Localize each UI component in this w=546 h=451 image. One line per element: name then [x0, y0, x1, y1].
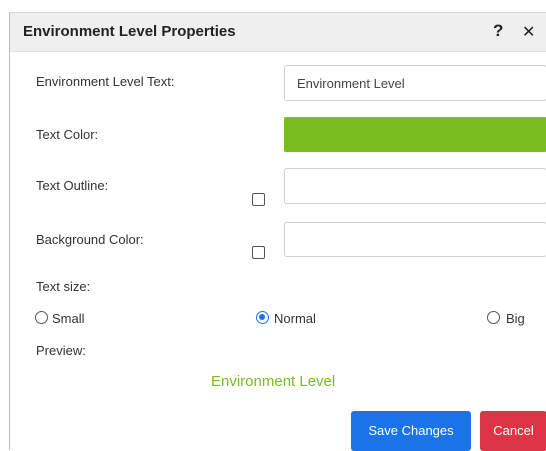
background-color-picker[interactable]: [284, 222, 546, 257]
text-size-label: Text size:: [36, 279, 91, 294]
text-outline-checkbox[interactable]: [252, 193, 265, 206]
help-icon[interactable]: ?: [493, 21, 503, 41]
text-size-big-label[interactable]: Big: [506, 311, 525, 326]
text-size-small-radio[interactable]: [35, 311, 48, 324]
text-color-picker[interactable]: [284, 117, 546, 152]
text-size-normal-radio[interactable]: [256, 311, 269, 324]
environment-level-text-input[interactable]: [284, 65, 546, 101]
dialog-titlebar: Environment Level Properties ? ✕: [10, 13, 546, 52]
preview-text: Environment Level: [211, 373, 336, 390]
save-changes-button[interactable]: Save Changes: [351, 411, 471, 451]
text-size-small-label[interactable]: Small: [52, 311, 85, 326]
environment-level-properties-dialog: Environment Level Properties ? ✕ Environ…: [9, 12, 546, 451]
text-color-label: Text Color:: [36, 127, 99, 142]
text-outline-color-picker[interactable]: [284, 168, 546, 204]
background-color-checkbox[interactable]: [252, 246, 265, 259]
cancel-button[interactable]: Cancel: [480, 411, 546, 451]
preview-label: Preview:: [36, 343, 86, 358]
dialog-title: Environment Level Properties: [23, 23, 236, 40]
text-size-normal-label[interactable]: Normal: [274, 311, 316, 326]
close-icon[interactable]: ✕: [522, 22, 535, 42]
text-size-big-radio[interactable]: [487, 311, 500, 324]
environment-level-text-label: Environment Level Text:: [36, 74, 175, 89]
text-outline-label: Text Outline:: [36, 178, 109, 193]
background-color-label: Background Color:: [36, 232, 144, 247]
